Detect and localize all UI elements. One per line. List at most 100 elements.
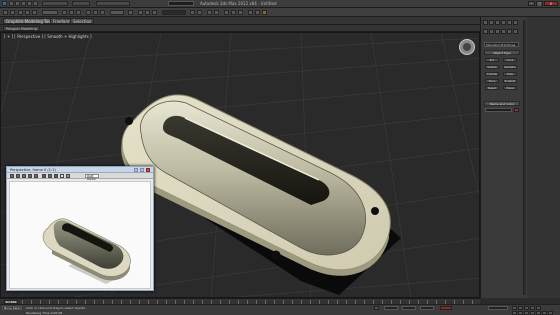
cylinder-button[interactable]: Cylinder	[485, 72, 499, 76]
print-icon[interactable]	[28, 174, 32, 178]
z-coordinate-field[interactable]	[420, 306, 434, 310]
open-icon[interactable]	[15, 1, 20, 6]
go-to-start-icon[interactable]	[512, 306, 517, 310]
tube-button[interactable]: Tube	[503, 72, 517, 76]
link-icon[interactable]	[18, 10, 23, 15]
workspace-dropdown[interactable]	[42, 1, 68, 6]
name-and-color-rollout[interactable]: Name and Color	[484, 101, 520, 106]
y-coordinate-field[interactable]	[402, 306, 416, 310]
redo-icon[interactable]	[33, 1, 38, 6]
teapot-button[interactable]: Teapot	[485, 86, 499, 90]
tab-graphite-modeling[interactable]: Graphite Modeling Tools	[3, 18, 58, 24]
tab-selection[interactable]: Selection	[70, 18, 95, 24]
percent-snap-icon[interactable]	[152, 10, 157, 15]
space-warps-icon[interactable]	[513, 29, 518, 34]
utilities-tab-icon[interactable]	[513, 20, 518, 25]
unlink-icon[interactable]	[25, 10, 30, 15]
rendered-frame-window[interactable]: Perspective, frame 0 (1:1) RGB Alpha	[6, 166, 154, 291]
x-coordinate-field[interactable]	[384, 306, 398, 310]
helpers-icon[interactable]	[507, 29, 512, 34]
set-key-dropdown[interactable]	[488, 306, 508, 310]
save-image-icon[interactable]	[10, 174, 14, 178]
polygon-modeling-panel[interactable]: Polygon Modeling	[3, 26, 40, 31]
schematic-icon[interactable]	[231, 10, 236, 15]
mono-icon[interactable]	[66, 174, 70, 178]
minimize-button[interactable]: –	[528, 1, 535, 6]
render-setup-icon[interactable]	[248, 10, 253, 15]
red-channel-icon[interactable]	[42, 174, 46, 178]
material-editor-icon[interactable]	[238, 10, 243, 15]
shapes-icon[interactable]	[489, 29, 494, 34]
cone-button[interactable]: Cone	[503, 58, 517, 62]
green-channel-icon[interactable]	[48, 174, 52, 178]
scale-icon[interactable]	[100, 10, 105, 15]
box-button[interactable]: Box	[485, 58, 499, 62]
blue-channel-icon[interactable]	[54, 174, 58, 178]
save-icon[interactable]	[21, 1, 26, 6]
select-icon[interactable]	[62, 10, 67, 15]
quick-access-extra[interactable]	[96, 1, 130, 6]
pyramid-button[interactable]: Pyramid	[503, 79, 517, 83]
rendered-frame-icon[interactable]	[255, 10, 260, 15]
reference-coord-dropdown[interactable]	[110, 10, 124, 15]
go-to-end-icon[interactable]	[536, 306, 541, 310]
primitive-type-dropdown[interactable]: Standard Primitives	[484, 42, 519, 47]
hierarchy-tab-icon[interactable]	[495, 20, 500, 25]
close-button[interactable]: ×	[544, 1, 558, 6]
render-teapot-icon[interactable]	[262, 10, 267, 15]
project-dropdown[interactable]	[72, 1, 90, 6]
create-tab-icon[interactable]	[483, 20, 488, 25]
viewport-label[interactable]: [ + ] [ Perspective ] [ Smooth + Highlig…	[4, 34, 92, 39]
zoom-extents-icon[interactable]	[524, 311, 529, 315]
region-select-icon[interactable]	[76, 10, 81, 15]
sphere-button[interactable]: Sphere	[485, 65, 499, 69]
new-icon[interactable]	[9, 1, 14, 6]
app-logo-icon[interactable]	[2, 1, 7, 6]
selection-filter-dropdown[interactable]	[42, 10, 58, 15]
geometry-icon[interactable]	[483, 29, 488, 34]
move-icon[interactable]	[86, 10, 91, 15]
object-color-swatch[interactable]	[514, 108, 519, 112]
graphite-icon[interactable]	[214, 10, 219, 15]
play-icon[interactable]	[524, 306, 529, 310]
motion-tab-icon[interactable]	[501, 20, 506, 25]
pivot-icon[interactable]	[128, 10, 133, 15]
zoom-all-icon[interactable]	[518, 311, 523, 315]
display-tab-icon[interactable]	[507, 20, 512, 25]
render-close-button[interactable]	[146, 168, 150, 172]
viewcube-icon[interactable]	[459, 39, 475, 55]
angle-snap-icon[interactable]	[145, 10, 150, 15]
maximize-button[interactable]: □	[536, 1, 543, 6]
zoom-icon[interactable]	[512, 311, 517, 315]
copy-image-icon[interactable]	[16, 174, 20, 178]
search-input[interactable]	[168, 1, 194, 6]
pan-icon[interactable]	[536, 311, 541, 315]
rotate-icon[interactable]	[93, 10, 98, 15]
lock-selection-icon[interactable]	[374, 306, 379, 310]
snap-icon[interactable]	[138, 10, 143, 15]
named-selection-input[interactable]	[162, 10, 186, 15]
object-type-rollout[interactable]: Object Type	[484, 50, 520, 55]
torus-button[interactable]: Torus	[485, 79, 499, 83]
redo-icon[interactable]	[10, 10, 15, 15]
clear-icon[interactable]	[34, 174, 38, 178]
layer-icon[interactable]	[207, 10, 212, 15]
channel-dropdown[interactable]: RGB Alpha	[85, 174, 99, 181]
render-maximize-button[interactable]	[140, 168, 144, 172]
auto-key-button[interactable]	[440, 306, 452, 310]
command-panel-scrollbar[interactable]	[523, 20, 526, 295]
previous-frame-icon[interactable]	[518, 306, 523, 310]
render-minimize-button[interactable]	[134, 168, 138, 172]
curve-editor-icon[interactable]	[224, 10, 229, 15]
plane-button[interactable]: Plane	[503, 86, 517, 90]
next-frame-icon[interactable]	[530, 306, 535, 310]
cameras-icon[interactable]	[501, 29, 506, 34]
field-of-view-icon[interactable]	[530, 311, 535, 315]
maximize-viewport-icon[interactable]	[548, 311, 553, 315]
bind-icon[interactable]	[32, 10, 37, 15]
clone-frame-icon[interactable]	[22, 174, 26, 178]
select-by-name-icon[interactable]	[69, 10, 74, 15]
modify-tab-icon[interactable]	[489, 20, 494, 25]
orbit-icon[interactable]	[542, 311, 547, 315]
geosphere-button[interactable]: GeoSphere	[503, 65, 517, 69]
